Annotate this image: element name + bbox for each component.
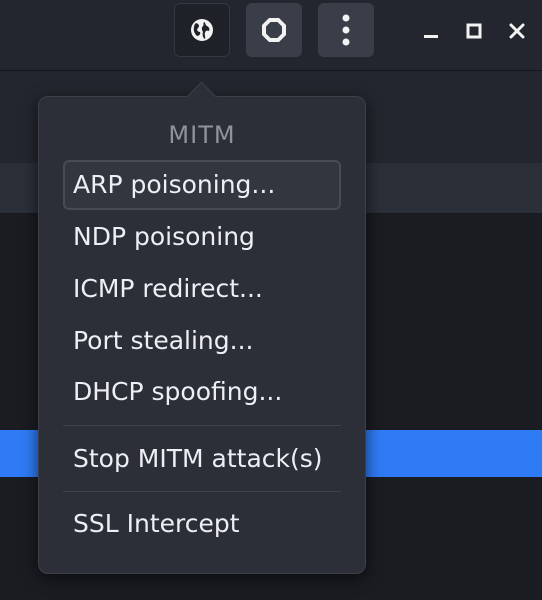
menu-item-ssl-intercept[interactable]: SSL Intercept xyxy=(63,499,341,549)
stop-icon xyxy=(262,18,286,42)
maximize-icon xyxy=(466,23,482,39)
kebab-menu-icon xyxy=(342,14,350,46)
maximize-button[interactable] xyxy=(461,18,487,44)
globe-icon xyxy=(191,19,213,41)
minimize-icon xyxy=(424,35,438,38)
menu-separator xyxy=(63,491,341,492)
header-bar xyxy=(0,0,542,71)
menu-item-dhcp-spoofing[interactable]: DHCP spoofing... xyxy=(63,367,341,417)
menu-item-stop-mitm[interactable]: Stop MITM attack(s) xyxy=(63,434,341,484)
menu-title: MITM xyxy=(168,121,236,149)
close-button[interactable] xyxy=(504,18,530,44)
mitm-menu-button[interactable] xyxy=(174,3,230,57)
app-window: MITM ARP poisoning... NDP poisoning ICMP… xyxy=(0,0,542,600)
minimize-button[interactable] xyxy=(418,18,444,44)
menu-item-ndp-poisoning[interactable]: NDP poisoning xyxy=(63,212,341,262)
close-icon xyxy=(509,23,525,39)
stop-button[interactable] xyxy=(246,3,302,57)
options-menu-button[interactable] xyxy=(318,3,374,57)
menu-item-arp-poisoning[interactable]: ARP poisoning... xyxy=(63,160,341,210)
menu-separator xyxy=(63,425,341,426)
menu-item-port-stealing[interactable]: Port stealing... xyxy=(63,316,341,366)
mitm-popover-menu: MITM ARP poisoning... NDP poisoning ICMP… xyxy=(38,96,366,574)
menu-item-icmp-redirect[interactable]: ICMP redirect... xyxy=(63,264,341,314)
